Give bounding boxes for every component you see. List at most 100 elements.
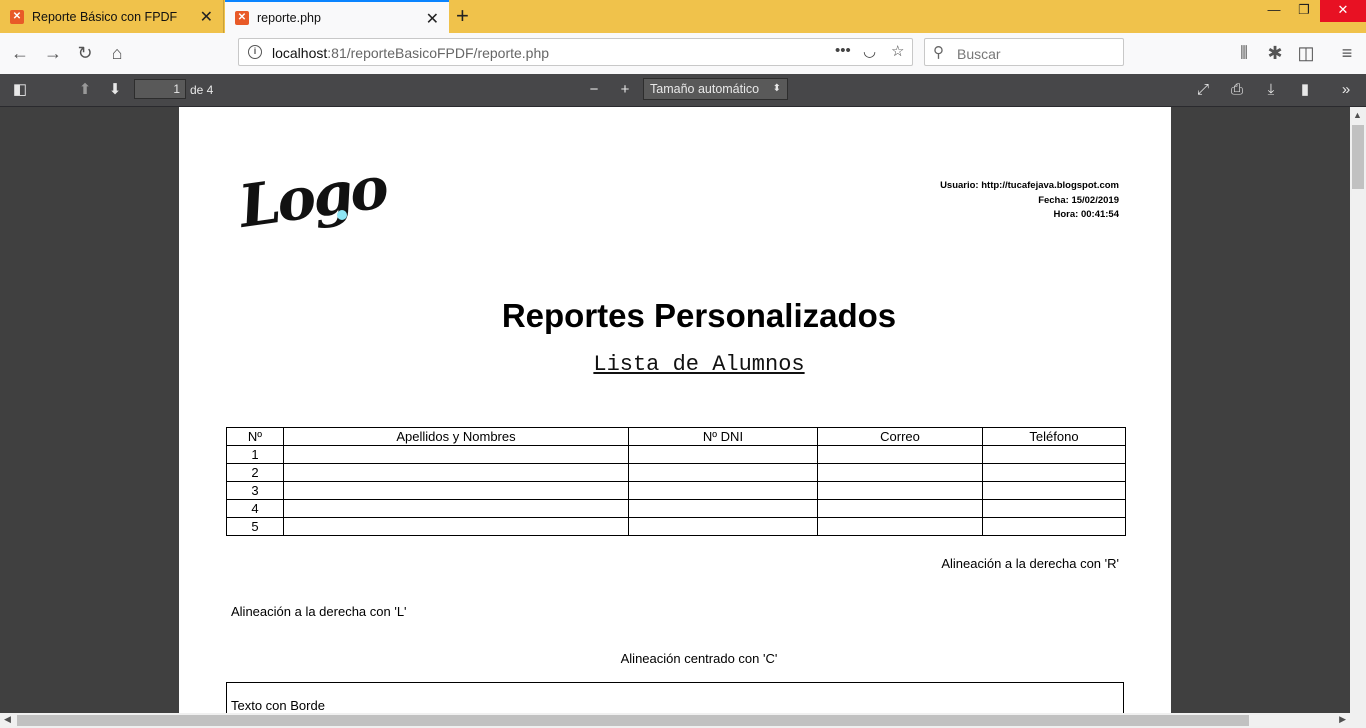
table-cell xyxy=(982,445,1126,464)
table-cell xyxy=(283,481,629,500)
select-arrows-icon: ⬍ xyxy=(772,83,781,94)
students-table: Nº Apellidos y Nombres Nº DNI Correo Tel… xyxy=(226,427,1126,536)
previous-page-icon[interactable]: ⬆ xyxy=(75,80,95,100)
navigation-bar: ← → ↻ ⌂ i localhost:81/reporteBasicoFPDF… xyxy=(0,33,1366,75)
window-close-icon[interactable]: ✕ xyxy=(1320,0,1366,22)
table-header-row: Nº Apellidos y Nombres Nº DNI Correo Tel… xyxy=(226,427,1126,446)
tab-bar: ✕ Reporte Básico con FPDF ✕ ✕ reporte.ph… xyxy=(0,0,1366,33)
menu-icon[interactable]: ≡ xyxy=(1335,41,1359,65)
table-cell xyxy=(817,481,983,500)
presentation-mode-icon[interactable]: ⤢ xyxy=(1193,80,1213,100)
table-cell: 4 xyxy=(226,499,284,518)
tab-reporte-php[interactable]: ✕ reporte.php ✕ xyxy=(225,0,449,33)
table-row: 2 xyxy=(226,463,1126,482)
print-icon[interactable]: ⎙ xyxy=(1227,80,1247,100)
tools-icon[interactable]: » xyxy=(1336,80,1356,100)
bug-icon[interactable]: ✱ xyxy=(1263,41,1287,65)
table-cell xyxy=(283,445,629,464)
table-cell xyxy=(982,463,1126,482)
table-row: 4 xyxy=(226,499,1126,518)
table-row: 5 xyxy=(226,517,1126,536)
scroll-right-icon[interactable]: ▶ xyxy=(1339,714,1346,725)
table-row: 1 xyxy=(226,445,1126,464)
logo-dot xyxy=(337,210,347,220)
next-page-icon[interactable]: ⬇ xyxy=(105,80,125,100)
table-cell: 2 xyxy=(226,463,284,482)
xampp-favicon-icon: ✕ xyxy=(10,9,24,24)
vertical-scrollbar[interactable]: ▲ xyxy=(1350,107,1366,713)
page-actions-icon[interactable]: ••• xyxy=(835,42,851,59)
search-placeholder: Buscar xyxy=(957,46,1001,62)
new-tab-icon[interactable]: + xyxy=(456,3,469,29)
search-icon: ⚲ xyxy=(933,44,944,61)
table-cell xyxy=(817,517,983,536)
align-right-text: Alineación a la derecha con 'R' xyxy=(941,556,1119,571)
sidebar-icon[interactable]: ◫ xyxy=(1294,41,1318,65)
search-input[interactable]: ⚲ Buscar xyxy=(924,38,1124,66)
horizontal-scrollbar[interactable]: ◀ ▶ xyxy=(0,713,1366,728)
pdf-viewer[interactable]: Logo Usuario: http://tucafejava.blogspot… xyxy=(0,107,1350,713)
scroll-up-icon[interactable]: ▲ xyxy=(1353,110,1362,120)
table-cell xyxy=(628,499,818,518)
table-cell: 5 xyxy=(226,517,284,536)
column-header: Nº DNI xyxy=(628,427,818,446)
url-text[interactable]: localhost:81/reporteBasicoFPDF/reporte.p… xyxy=(272,45,549,61)
zoom-select[interactable]: Tamaño automático ⬍ xyxy=(643,78,788,100)
table-cell xyxy=(817,445,983,464)
table-cell xyxy=(283,499,629,518)
pdf-page: Logo Usuario: http://tucafejava.blogspot… xyxy=(179,107,1171,713)
xampp-favicon-icon: ✕ xyxy=(235,10,249,25)
back-icon[interactable]: ← xyxy=(8,41,32,65)
table-cell: 1 xyxy=(226,445,284,464)
table-cell xyxy=(982,481,1126,500)
toggle-sidebar-icon[interactable]: ◧ xyxy=(10,80,30,100)
column-header: Apellidos y Nombres xyxy=(283,427,629,446)
scroll-left-icon[interactable]: ◀ xyxy=(4,714,11,725)
page-number-input[interactable]: 1 xyxy=(134,79,186,99)
zoom-in-icon[interactable]: + xyxy=(615,80,635,100)
close-tab-icon[interactable]: ✕ xyxy=(200,7,213,27)
table-cell xyxy=(283,463,629,482)
bordered-text-box: Texto con Borde xyxy=(226,682,1124,713)
column-header: Correo xyxy=(817,427,983,446)
scroll-thumb[interactable] xyxy=(17,715,1249,726)
bookmark-star-icon[interactable]: ☆ xyxy=(891,42,904,60)
report-subtitle: Lista de Alumnos xyxy=(593,352,805,377)
library-icon[interactable]: ⫴ xyxy=(1232,41,1256,65)
zoom-out-icon[interactable]: − xyxy=(584,80,604,100)
align-left-text: Alineación a la derecha con 'L' xyxy=(231,604,407,619)
url-bar[interactable]: i localhost:81/reporteBasicoFPDF/reporte… xyxy=(238,38,913,66)
table-cell xyxy=(817,463,983,482)
home-icon[interactable]: ⌂ xyxy=(105,41,129,65)
minimize-icon[interactable]: — xyxy=(1258,0,1290,22)
table-cell xyxy=(628,445,818,464)
column-header: Nº xyxy=(226,427,284,446)
restore-icon[interactable]: ❐ xyxy=(1288,0,1320,22)
tab-title: reporte.php xyxy=(257,10,321,25)
meta-fecha: Fecha: 15/02/2019 xyxy=(1038,194,1119,206)
table-cell xyxy=(982,499,1126,518)
site-info-icon[interactable]: i xyxy=(248,45,262,59)
table-cell xyxy=(628,481,818,500)
reload-icon[interactable]: ↻ xyxy=(73,41,97,65)
table-row: 3 xyxy=(226,481,1126,500)
table-cell xyxy=(982,517,1126,536)
download-icon[interactable]: ⤓ xyxy=(1261,80,1281,100)
forward-icon[interactable]: → xyxy=(41,41,65,65)
table-cell: 3 xyxy=(226,481,284,500)
meta-hora: Hora: 00:41:54 xyxy=(1053,209,1119,220)
pocket-icon[interactable]: ◡ xyxy=(863,42,876,60)
table-cell xyxy=(628,463,818,482)
page-count: de 4 xyxy=(190,83,214,97)
zoom-value: Tamaño automático xyxy=(650,82,760,96)
close-tab-icon[interactable]: ✕ xyxy=(426,9,439,29)
column-header: Teléfono xyxy=(982,427,1126,446)
report-title: Reportes Personalizados xyxy=(501,297,897,334)
tab-reporte-basico[interactable]: ✕ Reporte Básico con FPDF ✕ xyxy=(0,0,224,33)
table-cell xyxy=(817,499,983,518)
meta-usuario: Usuario: http://tucafejava.blogspot.com xyxy=(940,180,1119,191)
tab-title: Reporte Básico con FPDF xyxy=(32,9,178,24)
bookmark-icon[interactable]: ▮ xyxy=(1295,80,1315,100)
bordered-text: Texto con Borde xyxy=(231,698,325,713)
scroll-thumb[interactable] xyxy=(1352,125,1364,189)
